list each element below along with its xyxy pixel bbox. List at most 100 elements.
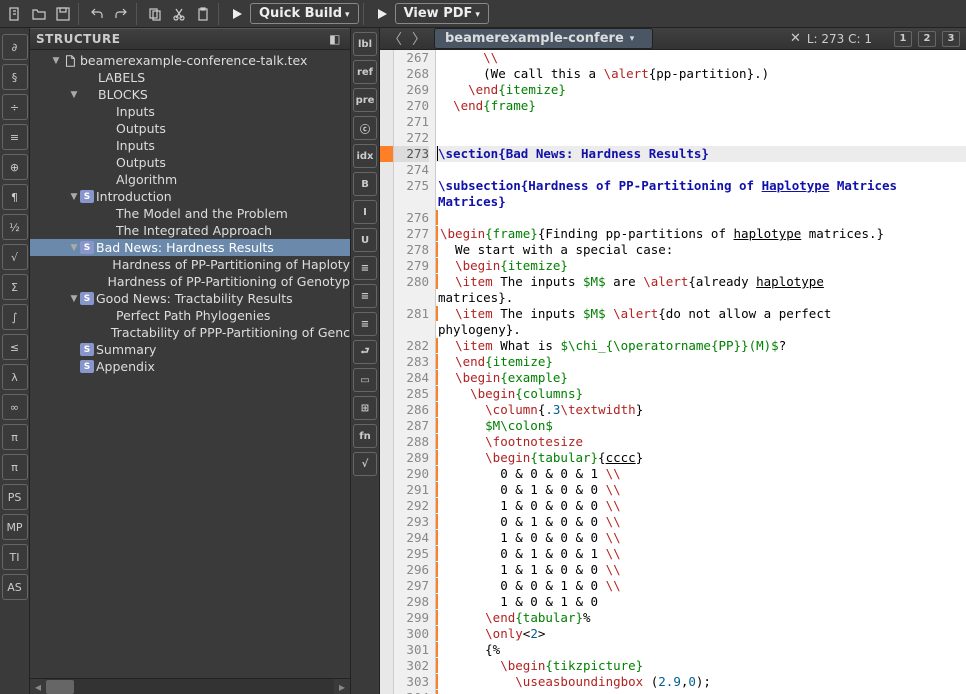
mid-icon-ref[interactable]: ref — [353, 60, 377, 84]
tree-label: Good News: Tractability Results — [96, 291, 293, 306]
left-icon-part[interactable]: ∂ — [2, 34, 28, 60]
tree-item[interactable]: Outputs — [30, 120, 350, 137]
structure-scrollbar[interactable]: ◂▸ — [30, 678, 350, 694]
file-tab[interactable]: beamerexample-confere▾ — [434, 28, 653, 49]
mid-icon-sqrt2[interactable]: √ — [353, 452, 377, 476]
nav-fwd-icon[interactable]: 〉 — [410, 29, 428, 49]
left-icon-sub[interactable]: ≡ — [2, 124, 28, 150]
left-icon-pi[interactable]: π — [2, 424, 28, 450]
page-3-button[interactable]: 3 — [942, 31, 960, 47]
left-icon-ssub[interactable]: ⊕ — [2, 154, 28, 180]
view-pdf-button[interactable]: View PDF▾ — [395, 3, 489, 24]
file-icon — [62, 54, 78, 68]
page-1-button[interactable]: 1 — [894, 31, 912, 47]
left-icon-int[interactable]: ∫ — [2, 304, 28, 330]
left-icon-MP[interactable]: MP — [2, 514, 28, 540]
view-play-icon[interactable] — [371, 3, 393, 25]
section-icon: S — [80, 343, 94, 356]
mid-icon-R[interactable]: ≡ — [353, 312, 377, 336]
left-icon-chap[interactable]: § — [2, 64, 28, 90]
line-col-status: L: 273 C: 1 — [807, 32, 872, 46]
tree-item[interactable]: Hardness of PP-Partitioning of Haploty — [30, 256, 350, 273]
tree-label: Hardness of PP-Partitioning of Genotyp — [108, 274, 350, 289]
mid-icon-I[interactable]: I — [353, 200, 377, 224]
undo-icon[interactable] — [86, 3, 108, 25]
new-file-icon[interactable] — [4, 3, 26, 25]
tree-item[interactable]: LABELS — [30, 69, 350, 86]
structure-tree[interactable]: ▼beamerexample-conference-talk.texLABELS… — [30, 50, 350, 678]
tree-item[interactable]: Algorithm — [30, 171, 350, 188]
tree-item[interactable]: Perfect Path Phylogenies — [30, 307, 350, 324]
close-tab-icon[interactable]: ✕ — [790, 31, 801, 46]
left-icon-frac[interactable]: ½ — [2, 214, 28, 240]
left-icon-para[interactable]: ¶ — [2, 184, 28, 210]
tree-item[interactable]: The Model and the Problem — [30, 205, 350, 222]
mid-icon-new[interactable]: ⮐ — [353, 340, 377, 364]
mid-icon-L[interactable]: ≡ — [353, 256, 377, 280]
left-icon-TI[interactable]: TI — [2, 544, 28, 570]
mid-icon-cite[interactable]: ⓒ — [353, 116, 377, 140]
tree-item[interactable]: ▼SGood News: Tractability Results — [30, 290, 350, 307]
left-icon-leq[interactable]: ≤ — [2, 334, 28, 360]
mid-icon-fn[interactable]: fn — [353, 424, 377, 448]
mid-icon-pref[interactable]: pre — [353, 88, 377, 112]
tree-label: Summary — [96, 342, 156, 357]
section-icon: S — [80, 292, 94, 305]
mid-insert-strip: lbl ref pre ⓒ idx BIU ≡ ≡ ≡ ⮐ ▭ ⊞ fn √ — [350, 28, 380, 694]
mid-icon-idx[interactable]: idx — [353, 144, 377, 168]
tree-item[interactable]: ▼BLOCKS — [30, 86, 350, 103]
tree-item[interactable]: Outputs — [30, 154, 350, 171]
tree-item[interactable]: Tractability of PPP-Partitioning of Genc — [30, 324, 350, 341]
bookmark-column[interactable] — [380, 50, 394, 694]
tree-label: Outputs — [116, 155, 166, 170]
tree-item[interactable]: Hardness of PP-Partitioning of Genotyp — [30, 273, 350, 290]
page-2-button[interactable]: 2 — [918, 31, 936, 47]
mid-icon-B[interactable]: B — [353, 172, 377, 196]
left-symbol-strip: ∂ § ÷ ≡ ⊕ ¶ ½ √ Σ ∫ ≤ λ ∞ ππ PS MP TI AS — [0, 28, 30, 694]
section-icon: S — [80, 190, 94, 203]
left-icon-PS[interactable]: PS — [2, 484, 28, 510]
line-gutter[interactable]: 2672682692702712722732742752762772782792… — [394, 50, 436, 694]
tree-item[interactable]: ▼beamerexample-conference-talk.tex — [30, 52, 350, 69]
tree-item[interactable]: ▼SIntroduction — [30, 188, 350, 205]
redo-icon[interactable] — [110, 3, 132, 25]
mid-icon-U[interactable]: U — [353, 228, 377, 252]
left-icon-AS[interactable]: AS — [2, 574, 28, 600]
mid-icon-tab[interactable]: ⊞ — [353, 396, 377, 420]
left-icon-inf[interactable]: ∞ — [2, 394, 28, 420]
tree-label: BLOCKS — [98, 87, 148, 102]
editor-pane: 〈 〉 beamerexample-confere▾ ✕ L: 273 C: 1… — [380, 28, 966, 694]
editor-header: 〈 〉 beamerexample-confere▾ ✕ L: 273 C: 1… — [380, 28, 966, 50]
build-play-icon[interactable] — [226, 3, 248, 25]
section-icon: S — [80, 360, 94, 373]
paste-icon[interactable] — [192, 3, 214, 25]
open-file-icon[interactable] — [28, 3, 50, 25]
tree-item[interactable]: Inputs — [30, 137, 350, 154]
structure-header: STRUCTURE ◧ — [30, 28, 350, 50]
structure-detach-icon[interactable]: ◧ — [326, 30, 344, 48]
tree-label: Outputs — [116, 121, 166, 136]
nav-back-icon[interactable]: 〈 — [386, 29, 404, 49]
mid-icon-img[interactable]: ▭ — [353, 368, 377, 392]
tree-item[interactable]: SSummary — [30, 341, 350, 358]
left-icon-pie[interactable]: π — [2, 454, 28, 480]
cut-icon[interactable] — [168, 3, 190, 25]
mid-icon-C[interactable]: ≡ — [353, 284, 377, 308]
left-icon-sqrt[interactable]: √ — [2, 244, 28, 270]
quick-build-button[interactable]: Quick Build▾ — [250, 3, 359, 24]
structure-title: STRUCTURE — [36, 32, 121, 46]
tree-item[interactable]: ▼SBad News: Hardness Results — [30, 239, 350, 256]
left-icon-lam[interactable]: λ — [2, 364, 28, 390]
tree-item[interactable]: SAppendix — [30, 358, 350, 375]
copy-icon[interactable] — [144, 3, 166, 25]
tree-label: Inputs — [116, 104, 155, 119]
code-area[interactable]: \\ (We call this a \alert{pp-partition}.… — [436, 50, 966, 694]
tree-item[interactable]: The Integrated Approach — [30, 222, 350, 239]
tree-label: Hardness of PP-Partitioning of Haploty — [112, 257, 350, 272]
left-icon-sec[interactable]: ÷ — [2, 94, 28, 120]
left-icon-sum[interactable]: Σ — [2, 274, 28, 300]
mid-icon-lbl[interactable]: lbl — [353, 32, 377, 56]
save-icon[interactable] — [52, 3, 74, 25]
main-toolbar: Quick Build▾ View PDF▾ — [0, 0, 966, 28]
tree-item[interactable]: Inputs — [30, 103, 350, 120]
